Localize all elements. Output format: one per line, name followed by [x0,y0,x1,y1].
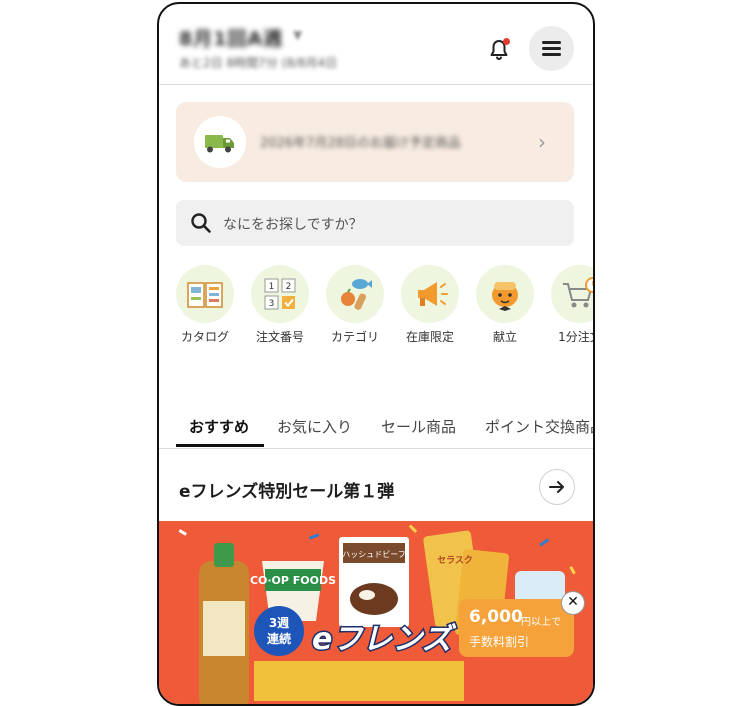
menu-button[interactable] [529,26,574,71]
close-icon[interactable]: ✕ [561,591,585,615]
content-tabs: おすすめ お気に入り セール商品 ポイント交換商品 [159,408,593,449]
search-placeholder: なにをお探しですか？ [223,217,363,233]
promo-banner[interactable]: CO·OP FOODS ハッシュドビーフ セラスク 3週 連続 eフレンズ 6,… [159,521,593,704]
category-one-minute-order[interactable]: 1分注文 [544,265,593,345]
category-label: 在庫限定 [405,330,454,344]
delivery-schedule-card[interactable]: 2026年7月28日のお届け予定商品 › [176,102,574,182]
app-header: 8月1回A週 ▼ あと2日 8時間7分 (8/8月4日 [159,4,593,85]
active-tab-indicator [176,444,264,447]
order-number-icon: 1 2 3 [264,278,296,310]
tab-recommended[interactable]: おすすめ [189,416,249,437]
category-food-icon [341,279,372,310]
category-label: カテゴリ [330,330,379,344]
category-limited-stock[interactable]: 在庫限定 [394,265,466,345]
badge-suffix: 円以上で [521,617,561,628]
category-label: 注文番号 [255,330,304,344]
category-catalog[interactable]: カタログ [169,265,241,345]
category-label: 献立 [492,330,517,344]
cart-clock-icon [563,277,593,308]
arrow-right-icon [549,481,564,493]
svg-text:2: 2 [286,282,292,292]
category-category[interactable]: カテゴリ [319,265,391,345]
category-label: 1分注文 [558,330,593,344]
banner-brand-text: eフレンズ [312,622,457,657]
tab-sale-items[interactable]: セール商品 [381,416,456,437]
search-bar[interactable]: なにをお探しですか？ [176,200,574,246]
tab-point-exchange[interactable]: ポイント交換商品 [485,416,593,437]
streak-badge-line2: 連続 [267,631,291,646]
svg-text:3: 3 [269,299,275,309]
week-selector[interactable]: 8月1回A週 [179,24,283,51]
notification-dot [503,38,510,45]
badge-amount: 6,000 [469,607,523,627]
order-deadline: あと2日 8時間7分 (8/8月4日 [179,56,338,70]
hamburger-icon [542,41,561,44]
tab-favorites[interactable]: お気に入り [277,416,352,437]
category-order-number[interactable]: 1 2 3 注文番号 [244,265,316,345]
phone-frame: 8月1回A週 ▼ あと2日 8時間7分 (8/8月4日 2026年7月28日のお… [157,2,595,706]
product-label-coop: CO·OP FOODS [250,574,336,587]
badge-line2: 手数料割引 [469,635,530,649]
search-icon [191,213,211,233]
product-label-rusk: セラスク [437,555,473,566]
svg-text:1: 1 [269,282,275,292]
streak-badge-line1: 3週 [269,615,289,630]
delivery-date-text: 2026年7月28日のお届け予定商品 [260,136,461,151]
megaphone-icon [418,282,448,306]
category-menu[interactable]: 献立 [469,265,541,345]
product-label-hashed-beef: ハッシュドビーフ [342,550,406,559]
category-label: カタログ [180,330,229,344]
fee-discount-badge[interactable]: 6,000 円以上で 手数料割引 [459,599,574,657]
truck-icon [194,116,246,168]
chevron-down-icon[interactable]: ▼ [293,28,302,42]
menu-meal-icon [492,282,518,311]
see-more-button[interactable] [539,469,575,505]
chevron-right-icon: › [538,130,546,154]
section-title: eフレンズ特別セール第１弾 [179,482,395,502]
catalog-book-icon [187,282,223,308]
